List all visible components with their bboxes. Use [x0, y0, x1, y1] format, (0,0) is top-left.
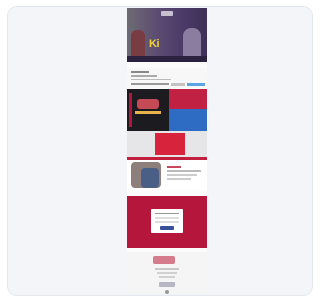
intro-line [131, 79, 171, 80]
sale-tag [155, 133, 185, 155]
submit-button[interactable] [160, 226, 174, 230]
feature-text-line [167, 174, 197, 176]
intro-line [131, 75, 157, 77]
form-text-line [155, 213, 179, 214]
footer-line [155, 268, 179, 270]
email-page-preview[interactable]: Ki [127, 8, 207, 295]
intro-line [131, 71, 149, 73]
intro-line [131, 83, 169, 85]
signup-form [151, 209, 183, 233]
feature-image-person [141, 168, 159, 188]
hero-title: Ki [149, 38, 160, 50]
form-input[interactable] [155, 221, 179, 223]
footer [127, 252, 207, 295]
hero-banner: Ki [127, 8, 207, 62]
promo-glow [137, 99, 159, 109]
preview-card: Ki [7, 6, 313, 296]
form-input[interactable] [155, 217, 179, 219]
footer-partner-logo [159, 282, 175, 287]
brand-logo [161, 11, 173, 16]
feature-heading [167, 166, 181, 168]
footer-line [157, 272, 177, 274]
feature-text-line [167, 178, 191, 180]
promo-blue-panel [169, 109, 207, 131]
secondary-button[interactable] [171, 83, 185, 86]
promo-gold-text [135, 111, 161, 114]
sale-banner[interactable] [127, 131, 207, 161]
promo-banner[interactable] [127, 89, 207, 131]
signup-section [127, 196, 207, 248]
promo-red-panel [169, 89, 207, 109]
promo-image [127, 89, 169, 131]
social-icon[interactable] [165, 290, 169, 294]
primary-button[interactable] [187, 83, 205, 86]
hero-person-image-2 [183, 28, 201, 58]
hero-bottom-strip [127, 56, 207, 62]
intro-section [127, 68, 207, 88]
feature-section [127, 160, 207, 190]
hero-person-image [131, 30, 145, 58]
footer-line [159, 276, 175, 278]
footer-logo [153, 256, 175, 264]
promo-red-column [129, 93, 132, 127]
feature-text-line [167, 170, 201, 172]
